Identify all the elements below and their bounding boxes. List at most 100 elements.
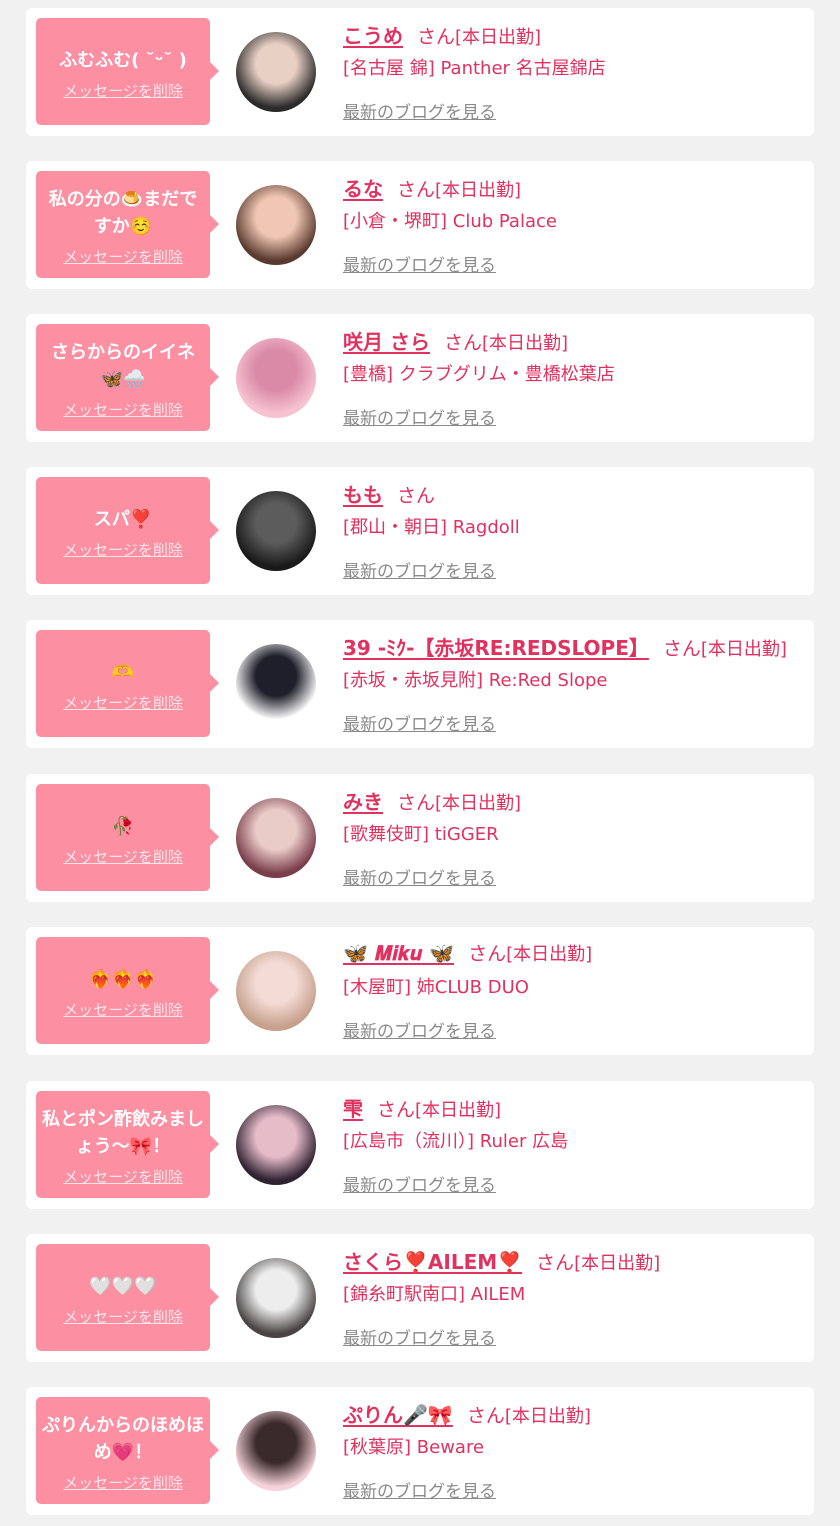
avatar[interactable] (236, 951, 316, 1031)
cast-name-line: るな さん[本日出勤] (343, 173, 804, 203)
list-item: 🥀 メッセージを削除 みき さん[本日出勤] [歌舞伎町] tiGGER 最新のブログを見… (26, 774, 814, 902)
list-item: スパ❣️ メッセージを削除 もも さん [郡山・朝日] Ragdoll 最新のブログを見る (26, 467, 814, 595)
cast-name-link[interactable]: 雫 (343, 1097, 363, 1121)
cast-info: 咲月 さら さん[本日出勤] [豊橋] クラブグリム・豊橋松葉店最新のブログを見る (343, 326, 804, 429)
honorific: さん (468, 943, 507, 965)
cast-name-line: みき さん[本日出勤] (343, 786, 804, 816)
shop-name: [名古屋 錦] Panther 名古屋錦店 (343, 58, 606, 79)
status-badge: [本日出勤] (504, 1406, 591, 1427)
cast-info: みき さん[本日出勤] [歌舞伎町] tiGGER 最新のブログを見る (343, 786, 804, 889)
cast-name-line: 雫さん[本日出勤] (343, 1093, 804, 1123)
status-badge: [本日出勤] (455, 27, 542, 48)
latest-blog-link[interactable]: 最新のブログを見る (343, 710, 496, 735)
status-badge: [本日出勤] (435, 793, 522, 814)
cast-name-link[interactable]: もも (343, 483, 383, 507)
cast-name-link[interactable]: 咲月 さら (343, 330, 430, 354)
latest-blog-link[interactable]: 最新のブログを見る (343, 98, 496, 123)
cast-name-link[interactable]: 39 -ﾐｸ-【赤坂RE:REDSLOPE】 (343, 636, 649, 660)
status-badge: [本日出勤] (506, 944, 593, 965)
cast-name-line: 39 -ﾐｸ-【赤坂RE:REDSLOPE】 さん[本日出勤] (343, 632, 804, 662)
latest-blog-link[interactable]: 最新のブログを見る (343, 404, 496, 429)
message-text: 🫶 (111, 661, 135, 683)
cast-name-line: さくら❣️AILEM❣️ さん[本日出勤] (343, 1246, 804, 1276)
cast-name-link[interactable]: るな (343, 177, 383, 201)
honorific: さん (443, 332, 482, 354)
message-bubble: ふむふむ( ˘ᵕ˘ ) メッセージを削除 (36, 18, 219, 125)
message-text: 🤍🤍🤍 (89, 1275, 157, 1297)
latest-blog-link[interactable]: 最新のブログを見る (343, 1477, 496, 1502)
shop-name: [赤坂・赤坂見附] Re:Red Slope (343, 670, 608, 691)
honorific: さん (397, 179, 436, 201)
cast-info: さくら❣️AILEM❣️ さん[本日出勤] [錦糸町駅南口] AILEM 最新のブログ… (343, 1246, 804, 1349)
list-item: 🤍🤍🤍 メッセージを削除 さくら❣️AILEM❣️ さん[本日出勤] [錦糸町駅南口] … (26, 1234, 814, 1362)
avatar[interactable] (236, 1105, 316, 1185)
delete-message-link[interactable]: メッセージを削除 (63, 399, 183, 420)
honorific: さん (377, 1099, 416, 1121)
delete-message-link[interactable]: メッセージを削除 (63, 1472, 183, 1493)
cast-name-line: 🦋 𝑴𝒊𝒌𝒖 🦋 さん[本日出勤] (343, 939, 804, 969)
honorific: さん (397, 792, 436, 814)
list-item: ❤️‍🔥❤️‍🔥❤️‍🔥 メッセージを削除 🦋 𝑴𝒊𝒌𝒖 🦋 さん[本日出勤] [木屋町… (26, 927, 814, 1055)
message-bubble: 🤍🤍🤍 メッセージを削除 (36, 1244, 219, 1351)
cast-name-link[interactable]: こうめ (343, 24, 403, 48)
message-bubble: 私の分の🍮まだですか☺️ メッセージを削除 (36, 171, 219, 278)
cast-name-link[interactable]: ぷりん🎤🎀 (343, 1403, 453, 1427)
latest-blog-link[interactable]: 最新のブログを見る (343, 864, 496, 889)
message-text: ぷりんからのほめほめ💗！ (42, 1415, 204, 1463)
cast-name-link[interactable]: みき (343, 790, 383, 814)
avatar[interactable] (236, 1258, 316, 1338)
avatar[interactable] (236, 32, 316, 112)
message-bubble: 私とポン酢飲みましょう〜🎀！ メッセージを削除 (36, 1091, 219, 1198)
delete-message-link[interactable]: メッセージを削除 (63, 80, 183, 101)
message-bubble: ❤️‍🔥❤️‍🔥❤️‍🔥 メッセージを削除 (36, 937, 219, 1044)
avatar[interactable] (236, 1411, 316, 1491)
avatar[interactable] (236, 798, 316, 878)
delete-message-link[interactable]: メッセージを削除 (63, 692, 183, 713)
cast-name-line: もも さん (343, 479, 804, 509)
cast-info: ぷりん🎤🎀 さん[本日出勤] [秋葉原] Beware 最新のブログを見る (343, 1399, 804, 1502)
list-item: ふむふむ( ˘ᵕ˘ ) メッセージを削除 こうめ さん[本日出勤] [名古屋 錦] Pa… (26, 8, 814, 136)
shop-name: [郡山・朝日] Ragdoll (343, 517, 520, 538)
honorific: さん (536, 1252, 575, 1274)
latest-blog-link[interactable]: 最新のブログを見る (343, 251, 496, 276)
shop-name: [広島市（流川）] Ruler 広島 (343, 1131, 569, 1152)
latest-blog-link[interactable]: 最新のブログを見る (343, 557, 496, 582)
message-text: スパ❣️ (93, 508, 153, 530)
delete-message-link[interactable]: メッセージを削除 (63, 999, 183, 1020)
delete-message-link[interactable]: メッセージを削除 (63, 246, 183, 267)
delete-message-link[interactable]: メッセージを削除 (63, 846, 183, 867)
cast-name-link[interactable]: 🦋 𝑴𝒊𝒌𝒖 🦋 (343, 941, 454, 965)
cast-name-link[interactable]: さくら❣️AILEM❣️ (343, 1250, 522, 1274)
delete-message-link[interactable]: メッセージを削除 (63, 1166, 183, 1187)
status-badge: [本日出勤] (415, 1100, 502, 1121)
cast-name-line: ぷりん🎤🎀 さん[本日出勤] (343, 1399, 804, 1429)
status-badge: [本日出勤] (481, 333, 569, 354)
delete-message-link[interactable]: メッセージを削除 (63, 1306, 183, 1327)
message-text: 私の分の🍮まだですか☺️ (48, 189, 198, 237)
shop-name: [秋葉原] Beware (343, 1437, 485, 1458)
message-bubble: 🫶 メッセージを削除 (36, 630, 219, 737)
latest-blog-link[interactable]: 最新のブログを見る (343, 1017, 496, 1042)
cast-info: こうめ さん[本日出勤] [名古屋 錦] Panther 名古屋錦店最新のブログを見… (343, 20, 804, 123)
honorific: さん (466, 1405, 505, 1427)
latest-blog-link[interactable]: 最新のブログを見る (343, 1171, 496, 1196)
list-item: 私とポン酢飲みましょう〜🎀！ メッセージを削除 雫さん[本日出勤] [広島市（流川）]… (26, 1081, 814, 1209)
delete-message-link[interactable]: メッセージを削除 (63, 539, 183, 560)
avatar[interactable] (236, 185, 316, 265)
shop-name: [錦糸町駅南口] AILEM (343, 1284, 526, 1305)
message-text: ❤️‍🔥❤️‍🔥❤️‍🔥 (89, 968, 157, 990)
avatar[interactable] (236, 491, 316, 571)
message-bubble: 🥀 メッセージを削除 (36, 784, 219, 891)
cast-info: 🦋 𝑴𝒊𝒌𝒖 🦋 さん[本日出勤] [木屋町] 姉CLUB DUO 最新のブログを見る (343, 939, 804, 1042)
cast-info: 雫さん[本日出勤] [広島市（流川）] Ruler 広島最新のブログを見る (343, 1093, 804, 1196)
cast-name-line: 咲月 さら さん[本日出勤] (343, 326, 804, 356)
avatar[interactable] (236, 644, 316, 724)
shop-name: [豊橋] クラブグリム・豊橋松葉店 (343, 364, 615, 385)
honorific: さん (417, 26, 456, 48)
latest-blog-link[interactable]: 最新のブログを見る (343, 1324, 496, 1349)
avatar[interactable] (236, 338, 316, 418)
status-badge: [本日出勤] (435, 180, 522, 201)
honorific: さん (662, 638, 701, 660)
list-item: 私の分の🍮まだですか☺️ メッセージを削除 るな さん[本日出勤] [小倉・堺町] Cl… (26, 161, 814, 289)
cast-info: もも さん [郡山・朝日] Ragdoll 最新のブログを見る (343, 479, 804, 582)
